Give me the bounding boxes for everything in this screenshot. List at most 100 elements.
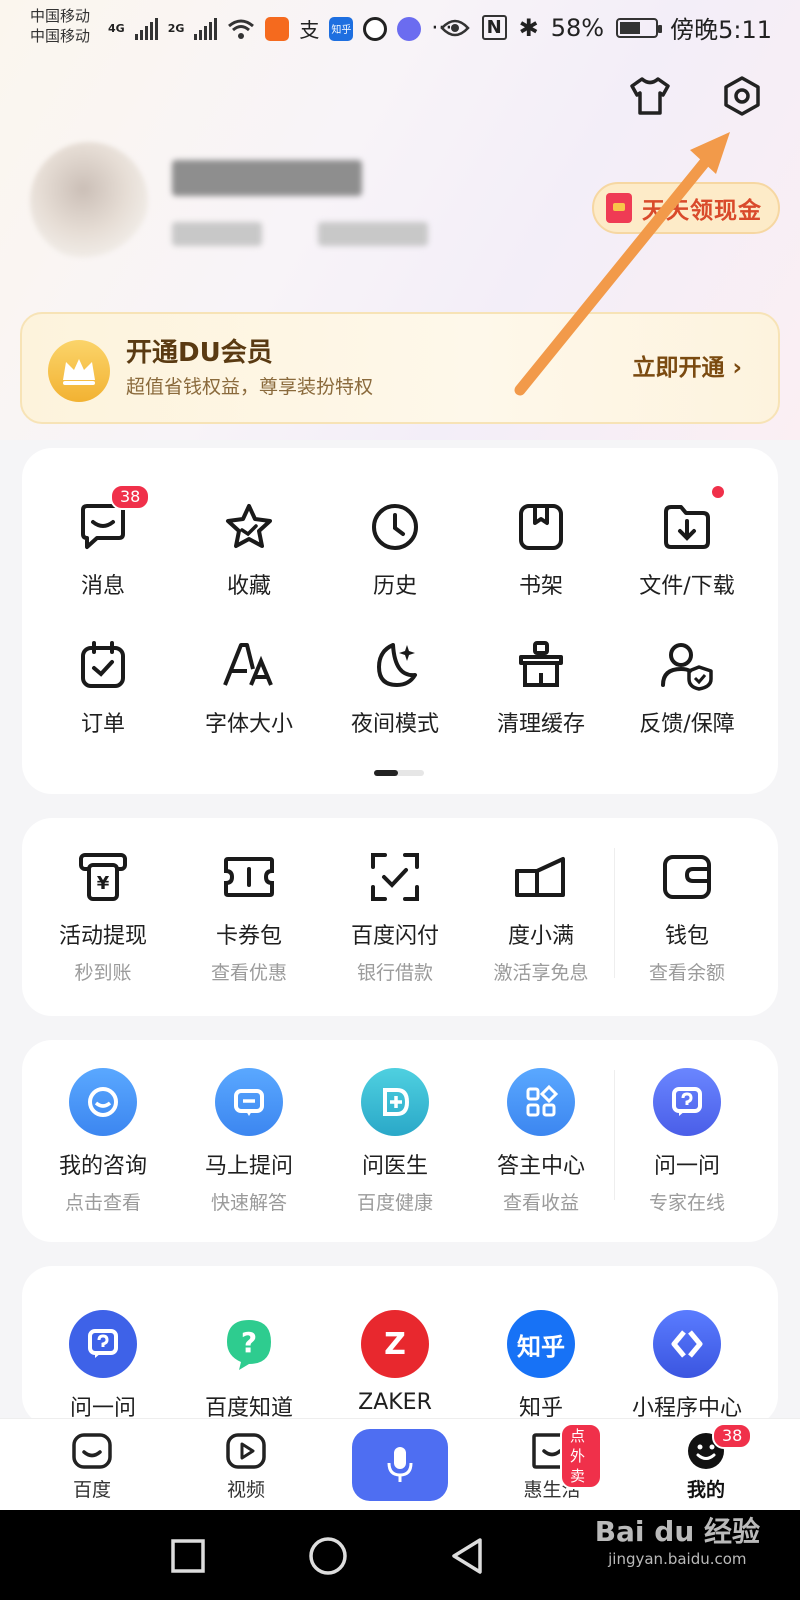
- service-item-label: 我的咨询: [58, 1154, 147, 1179]
- finance-item-cashout[interactable]: ¥ 活动提现 秒到账: [30, 848, 176, 985]
- service-item-ask-doctor[interactable]: 问医生 百度健康: [322, 1068, 468, 1215]
- settings-button[interactable]: [718, 72, 766, 120]
- status-bar: 中国移动 中国移动 4G 2G 支 知乎 ··· N ✱ 58% 傍晚5:11: [0, 0, 800, 52]
- quick-item-label: 夜间模式: [350, 712, 439, 737]
- feedback-shield-icon: [658, 636, 716, 694]
- app-item-zhihu[interactable]: 知乎 知乎: [468, 1310, 614, 1422]
- vip-title: 开通DU会员: [126, 338, 273, 368]
- battery-icon: [616, 17, 663, 38]
- vip-banner[interactable]: 开通DU会员 超值省钱权益，尊享装扮特权 立即开通 ›: [20, 312, 780, 424]
- quick-item-label: 字体大小: [204, 712, 293, 737]
- nav-tab-baidu[interactable]: 百度: [42, 1431, 142, 1502]
- skin-shirt-button[interactable]: [626, 72, 674, 120]
- quick-item-font-size[interactable]: 字体大小: [176, 636, 322, 738]
- finance-row: ¥ 活动提现 秒到账 卡券包 查看优惠 百度闪付 银行借款 度小满 激活享免息: [22, 848, 778, 985]
- ask-bubble-icon: [215, 1068, 283, 1136]
- cash-withdraw-icon: ¥: [74, 848, 132, 906]
- red-envelope-icon: [606, 193, 632, 223]
- nav-tab-video[interactable]: 视频: [196, 1431, 296, 1502]
- user-avatar[interactable]: [30, 142, 148, 260]
- nav-tab-label: 我的: [686, 1479, 725, 1501]
- takeout-badge: 点外卖: [560, 1423, 602, 1489]
- back-triangle-icon[interactable]: [448, 1536, 486, 1576]
- wifi-icon: [228, 19, 255, 39]
- service-item-ask-now[interactable]: 马上提问 快速解答: [176, 1068, 322, 1215]
- quick-tools-card: 38 消息 收藏 历史 书架 文件/下载 订单 字体大小 夜间模式 清理缓存 反…: [22, 448, 778, 794]
- vip-open-button[interactable]: 立即开通 ›: [633, 348, 743, 382]
- finance-item-sub: 秒到账: [74, 962, 132, 984]
- service-item-wenyiwen[interactable]: 问一问 专家在线: [614, 1068, 760, 1215]
- wenyiwen-icon: [653, 1068, 721, 1136]
- music-icon: [397, 16, 422, 41]
- baidu-zhidao-icon: ?: [215, 1310, 283, 1378]
- quick-item-label: 反馈/保障: [639, 712, 735, 737]
- finance-item-label: 活动提现: [58, 924, 147, 949]
- quick-item-clear-cache[interactable]: 清理缓存: [468, 636, 614, 738]
- finance-item-wallet[interactable]: 钱包 查看余额: [614, 848, 760, 985]
- service-item-label: 答主中心: [496, 1154, 585, 1179]
- finance-item-quickpay[interactable]: 百度闪付 银行借款: [322, 848, 468, 985]
- finance-item-label: 度小满: [507, 924, 574, 949]
- network-4g-label: 4G: [108, 22, 125, 35]
- quick-item-label: 文件/下载: [639, 574, 735, 599]
- message-badge: 38: [110, 484, 151, 510]
- nav-tab-label: 百度: [72, 1479, 111, 1501]
- camera-app-icon: [363, 16, 388, 41]
- quick-item-feedback[interactable]: 反馈/保障: [614, 636, 760, 738]
- quick-item-night-mode[interactable]: 夜间模式: [322, 636, 468, 738]
- finance-item-sub: 查看优惠: [210, 962, 287, 984]
- quick-item-downloads[interactable]: 文件/下载: [614, 486, 760, 600]
- status-left-icons: 4G 2G 支 知乎 ···: [108, 14, 452, 43]
- wallet-icon: [658, 848, 716, 906]
- nav-tab-huishenghuo[interactable]: 惠生活 点外卖: [502, 1423, 602, 1502]
- service-item-sub: 快速解答: [210, 1192, 287, 1214]
- finance-item-sub: 查看余额: [648, 962, 725, 984]
- service-item-sub: 百度健康: [356, 1192, 433, 1214]
- svg-text:?: ?: [241, 1326, 257, 1359]
- mine-badge: 38: [712, 1423, 753, 1449]
- carrier-1: 中国移动: [30, 7, 91, 25]
- finance-item-coupons[interactable]: 卡券包 查看优惠: [176, 848, 322, 985]
- quick-item-favorites[interactable]: 收藏: [176, 498, 322, 600]
- recent-apps-icon[interactable]: [170, 1538, 206, 1574]
- service-item-label: 马上提问: [204, 1154, 293, 1179]
- clean-icon: [512, 636, 570, 694]
- daily-cash-button[interactable]: 天天领现金: [592, 182, 780, 234]
- home-circle-icon[interactable]: [308, 1536, 348, 1576]
- ticket-icon: [220, 848, 278, 906]
- zhihu-app-icon: 知乎: [507, 1310, 575, 1378]
- service-item-answerer-center[interactable]: 答主中心 查看收益: [468, 1068, 614, 1215]
- quick-item-message[interactable]: 38 消息: [30, 484, 176, 600]
- duxiaoman-icon: [512, 848, 570, 906]
- download-folder-icon: [658, 486, 724, 556]
- app-item-zaker[interactable]: Z ZAKER: [322, 1310, 468, 1422]
- user-info-blurred: [318, 222, 428, 246]
- doctor-icon: [361, 1068, 429, 1136]
- clock-icon: [366, 498, 424, 556]
- zaker-icon: Z: [361, 1310, 429, 1378]
- finance-item-duxiaoman[interactable]: 度小满 激活享免息: [468, 848, 614, 985]
- clock-time: 傍晚5:11: [670, 16, 772, 44]
- services-row: 我的咨询 点击查看 马上提问 快速解答 问医生 百度健康 答主中心 查看收益 问…: [22, 1068, 778, 1215]
- quick-item-history[interactable]: 历史: [322, 498, 468, 600]
- quick-item-label: 订单: [80, 712, 125, 737]
- battery-percent: 58%: [550, 13, 605, 42]
- quick-tools-row-1: 38 消息 收藏 历史 书架 文件/下载: [22, 484, 778, 600]
- nfc-icon: N: [481, 15, 507, 40]
- app-item-mini-programs[interactable]: 小程序中心: [614, 1310, 760, 1422]
- app-item-label: ZAKER: [358, 1390, 432, 1415]
- message-icon: 38: [74, 484, 151, 556]
- nav-tab-mine[interactable]: 我的 38: [656, 1423, 756, 1502]
- service-item-label: 问一问: [653, 1154, 720, 1179]
- voice-search-button[interactable]: [352, 1429, 448, 1501]
- service-item-my-consult[interactable]: 我的咨询 点击查看: [30, 1068, 176, 1215]
- settings-hexagon-icon: [724, 76, 760, 116]
- quick-item-bookshelf[interactable]: 书架: [468, 498, 614, 600]
- quick-item-label: 清理缓存: [496, 712, 585, 737]
- app-item-baidu-zhidao[interactable]: ? 百度知道: [176, 1310, 322, 1422]
- quick-item-orders[interactable]: 订单: [30, 636, 176, 738]
- baidu-home-icon: [72, 1433, 112, 1469]
- bookshelf-icon: [512, 498, 570, 556]
- status-right: N ✱ 58% 傍晚5:11: [439, 10, 772, 45]
- app-item-wenyiwen[interactable]: 问一问: [30, 1310, 176, 1422]
